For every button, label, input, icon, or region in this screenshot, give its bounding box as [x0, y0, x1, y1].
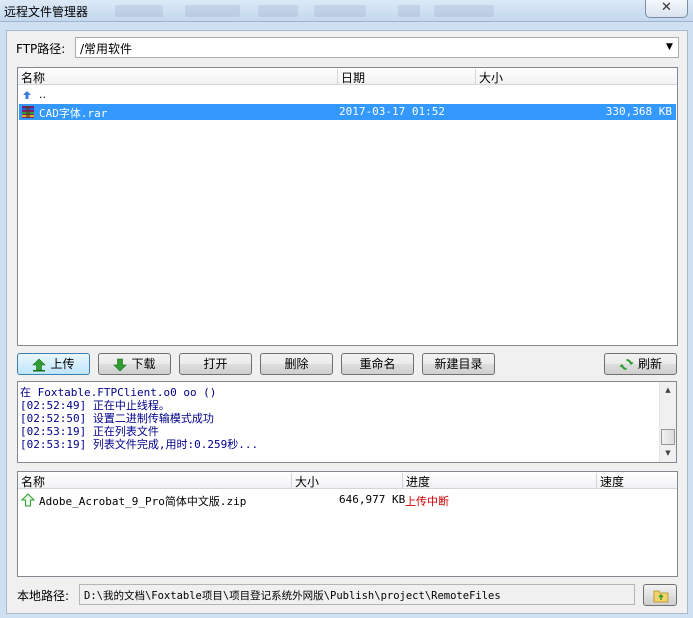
column-header-size[interactable]: 大小 [476, 69, 677, 85]
column-header-name[interactable]: 名称 [18, 69, 338, 85]
new-directory-label: 新建目录 [434, 357, 483, 371]
scroll-up-icon[interactable]: ▲ [660, 382, 676, 399]
remote-file-size: 330,368 KB [605, 105, 672, 118]
background-window-blur [258, 5, 298, 17]
chevron-down-icon[interactable]: ▼ [661, 38, 678, 57]
open-label: 打开 [203, 357, 228, 371]
browse-local-folder-button[interactable] [643, 584, 677, 606]
delete-button[interactable]: 删除 [260, 353, 333, 375]
remote-list-header: 名称 日期 大小 [18, 68, 677, 85]
new-directory-button[interactable]: 新建目录 [422, 353, 495, 375]
table-row[interactable]: Adobe_Acrobat_9_Pro简体中文版.zip 646,977 KB … [19, 492, 676, 508]
ftp-path-value: /常用软件 [80, 42, 133, 56]
window-title: 远程文件管理器 [4, 5, 89, 19]
transfer-list[interactable]: 名称 大小 进度 速度 Adobe_Acrobat_9_Pro简体中文版.zip… [17, 471, 678, 577]
local-path-label: 本地路径: [17, 589, 70, 603]
upload-button[interactable]: 上传 [17, 353, 90, 375]
scroll-thumb[interactable] [661, 429, 675, 445]
rename-label: 重命名 [359, 357, 396, 371]
rar-archive-icon [22, 106, 34, 118]
upload-arrow-icon [32, 358, 47, 371]
scroll-down-icon[interactable]: ▼ [660, 445, 676, 462]
upload-outline-arrow-icon [21, 493, 35, 507]
transfer-list-header: 名称 大小 进度 速度 [18, 472, 677, 489]
close-icon: ✕ [661, 0, 672, 15]
download-arrow-icon [113, 358, 128, 371]
rename-button[interactable]: 重命名 [341, 353, 414, 375]
folder-icon [653, 590, 669, 603]
ftp-path-label: FTP路径: [16, 42, 66, 56]
column-header-date[interactable]: 日期 [338, 69, 476, 85]
ftp-path-dropdown[interactable]: /常用软件 ▼ [75, 37, 679, 58]
refresh-label: 刷新 [637, 357, 662, 371]
log-line: [02:53:19] 列表文件完成,用时:0.259秒... [20, 438, 259, 451]
title-bar: 远程文件管理器 ✕ [0, 0, 693, 22]
close-button[interactable]: ✕ [645, 0, 688, 18]
background-window-blur [115, 5, 163, 17]
download-button[interactable]: 下载 [98, 353, 171, 375]
column-header-size[interactable]: 大小 [292, 473, 403, 489]
background-window-blur [314, 5, 366, 17]
transfer-file-size: 646,977 KB [339, 493, 406, 506]
remote-file-date: 2017-03-17 01:52 [339, 105, 445, 118]
background-window-blur [185, 5, 240, 17]
upload-label: 上传 [50, 357, 75, 371]
parent-directory-label: .. [39, 88, 46, 101]
column-header-progress[interactable]: 进度 [403, 473, 597, 489]
background-window-blur [398, 5, 420, 17]
window-client-area: FTP路径: /常用软件 ▼ 名称 日期 大小 .. CAD字体.rar 201… [6, 30, 688, 614]
parent-directory-row[interactable]: .. [19, 87, 676, 103]
log-scrollbar[interactable]: ▲ ▼ [659, 382, 676, 462]
transfer-file-name: Adobe_Acrobat_9_Pro简体中文版.zip [39, 495, 247, 508]
up-arrow-icon [23, 91, 31, 99]
transfer-progress-status: 上传中断 [405, 495, 449, 508]
remote-file-list[interactable]: 名称 日期 大小 .. CAD字体.rar 2017-03-17 01:52 3… [17, 67, 678, 346]
local-path-field[interactable]: D:\我的文档\Foxtable项目\项目登记系统外网版\Publish\pro… [79, 584, 635, 605]
refresh-icon [619, 359, 634, 370]
open-button[interactable]: 打开 [179, 353, 252, 375]
local-path-value: D:\我的文档\Foxtable项目\项目登记系统外网版\Publish\pro… [84, 590, 501, 602]
log-panel[interactable]: 在 Foxtable.FTPClient.o0 oo () [02:52:49]… [17, 381, 677, 463]
delete-label: 删除 [284, 357, 309, 371]
table-row[interactable]: CAD字体.rar 2017-03-17 01:52 330,368 KB [19, 104, 676, 120]
download-label: 下载 [131, 357, 156, 371]
column-header-name[interactable]: 名称 [18, 473, 292, 489]
refresh-button[interactable]: 刷新 [604, 353, 677, 375]
remote-file-name: CAD字体.rar [39, 107, 108, 120]
background-window-blur [434, 5, 494, 17]
column-header-speed[interactable]: 速度 [597, 473, 677, 489]
